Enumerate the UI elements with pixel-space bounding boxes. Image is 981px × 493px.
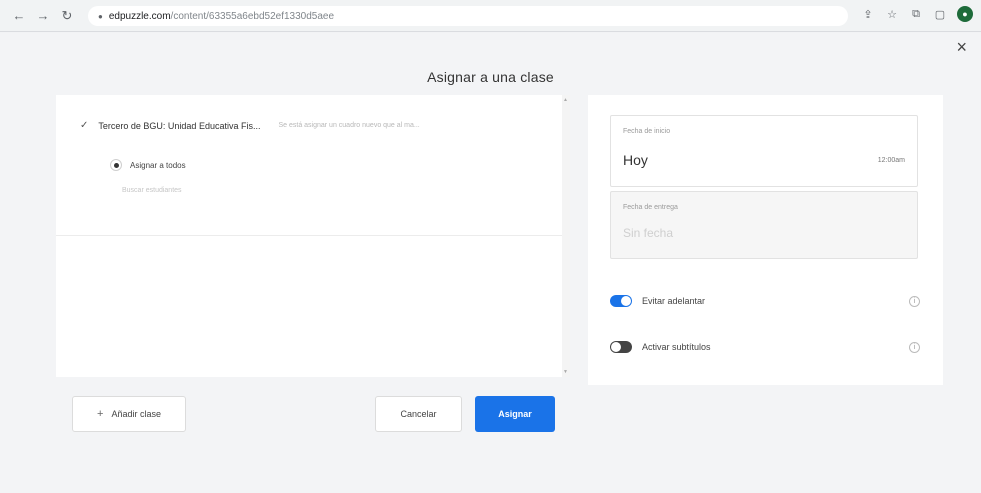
share-icon[interactable]: ⇪ — [861, 8, 875, 21]
address-host: edpuzzle.com — [108, 10, 171, 22]
start-date-field[interactable]: Fecha de inicio Hoy 12:00am — [610, 115, 918, 187]
start-date-label: Fecha de inicio — [623, 128, 671, 135]
page-title: Asignar a una clase — [427, 69, 554, 85]
info-icon[interactable]: i — [909, 295, 920, 307]
extensions-icon[interactable]: ⧉ — [909, 8, 923, 21]
scroll-up-icon[interactable]: ▲ — [563, 97, 568, 103]
due-date-label: Fecha de entrega — [623, 204, 678, 211]
lock-icon: ● — [98, 11, 103, 21]
address-bar[interactable]: ● edpuzzle.com /content/63355a6ebd52ef13… — [88, 6, 848, 26]
class-list-panel: ✓ Tercero de BGU: Unidad Educativa Fis..… — [56, 95, 570, 377]
start-date-value: Hoy — [623, 152, 648, 168]
plus-icon: + — [97, 408, 104, 420]
forward-arrow-icon[interactable]: → — [34, 7, 52, 25]
cancel-button[interactable]: Cancelar — [375, 396, 462, 432]
due-date-field[interactable]: Fecha de entrega Sin fecha — [610, 191, 918, 259]
prevent-skipping-label: Evitar adelantar — [642, 296, 706, 306]
due-date-value: Sin fecha — [623, 226, 674, 240]
assign-all-radio[interactable] — [110, 159, 122, 171]
subtitles-row: Activar subtítulos i — [610, 341, 920, 353]
assign-all-option[interactable]: Asignar a todos — [110, 159, 186, 171]
students-search-input[interactable]: Buscar estudiantes — [122, 187, 182, 194]
scroll-down-icon[interactable]: ▼ — [563, 369, 568, 375]
divider — [56, 235, 570, 236]
class-name: Tercero de BGU: Unidad Educativa Fis... — [98, 120, 261, 131]
checkmark-icon[interactable]: ✓ — [80, 120, 88, 131]
assign-all-label: Asignar a todos — [130, 160, 186, 170]
browser-toolbar: ← → ↻ ● edpuzzle.com /content/63355a6ebd… — [0, 0, 981, 32]
profile-icon[interactable]: ● — [957, 6, 973, 22]
address-path: /content/63355a6ebd52ef1330d5aee — [170, 10, 335, 22]
action-bar: + Añadir clase Cancelar Asignar — [56, 380, 570, 438]
subtitles-label: Activar subtítulos — [642, 342, 711, 352]
class-item[interactable]: ✓ Tercero de BGU: Unidad Educativa Fis..… — [80, 120, 420, 131]
window-icon[interactable]: ▢ — [933, 8, 947, 21]
start-time-value: 12:00am — [877, 157, 905, 164]
class-hint: Se está asignar un cuadro nuevo que al m… — [278, 122, 420, 129]
star-icon[interactable]: ☆ — [885, 8, 899, 21]
reload-icon[interactable]: ↻ — [58, 7, 76, 25]
prevent-skipping-toggle[interactable] — [610, 295, 632, 307]
back-arrow-icon[interactable]: ← — [10, 7, 28, 25]
subtitles-toggle[interactable] — [610, 341, 632, 353]
prevent-skipping-row: Evitar adelantar i — [610, 295, 920, 307]
class-list-scrollbar[interactable]: ▲ ▼ — [562, 95, 570, 377]
add-class-button[interactable]: + Añadir clase — [72, 396, 186, 432]
browser-actions: ⇪ ☆ ⧉ ▢ ● — [861, 6, 973, 22]
assign-button[interactable]: Asignar — [475, 396, 555, 432]
assignment-settings-panel: Fecha de inicio Hoy 12:00am Fecha de ent… — [588, 95, 943, 385]
close-icon[interactable]: × — [956, 37, 967, 58]
add-class-label: Añadir clase — [111, 409, 161, 419]
info-icon[interactable]: i — [909, 341, 920, 353]
